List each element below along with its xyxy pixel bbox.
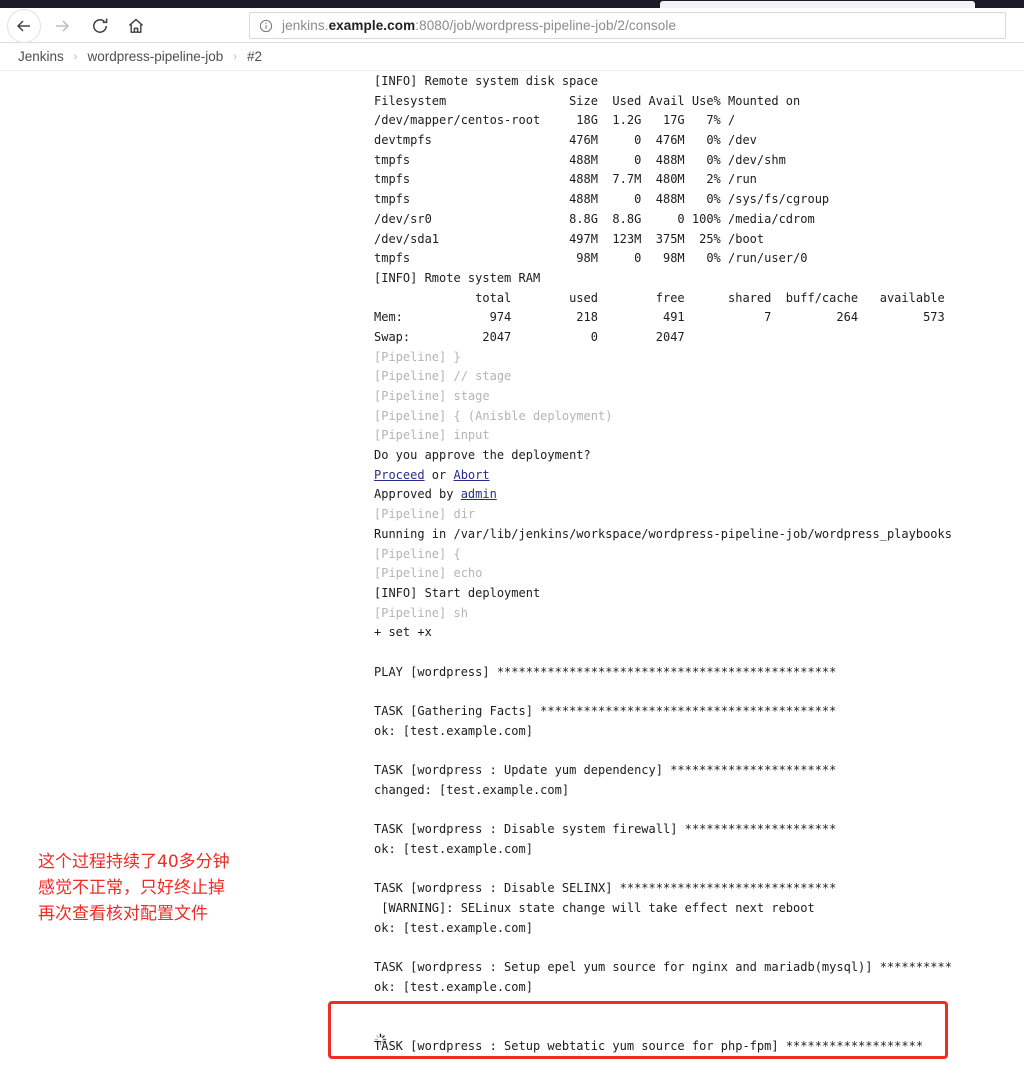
console-link-proceed[interactable]: Proceed (374, 468, 425, 482)
console-line: [WARNING]: SELinux state change will tak… (374, 900, 815, 915)
console-line: tmpfs 488M 7.7M 480M 2% /run (374, 172, 757, 187)
back-arrow-icon[interactable] (14, 16, 34, 36)
home-icon[interactable] (126, 16, 146, 36)
console-line: [Pipeline] echo (374, 566, 483, 581)
breadcrumb-separator: › (73, 50, 78, 63)
console-line: TASK [wordpress : Update yum dependency]… (374, 763, 837, 778)
console-line: TASK [wordpress : Setup epel yum source … (374, 959, 952, 974)
breadcrumb-separator: › (233, 50, 237, 63)
reload-icon[interactable] (90, 16, 110, 36)
console-line: Filesystem Size Used Avail Use% Mounted … (374, 93, 801, 108)
console-line: tmpfs 98M 0 98M 0% /run/user/0 (374, 251, 808, 266)
console-line: + set +x (374, 625, 432, 640)
browser-active-tab[interactable] (660, 1, 975, 8)
console-line: /dev/mapper/centos-root 18G 1.2G 17G 7% … (374, 113, 736, 128)
url-text: jenkins.example.com:8080/job/wordpress-p… (282, 18, 676, 33)
console-link-abort[interactable]: Abort (453, 468, 489, 482)
console-line: Swap: 2047 0 2047 (374, 329, 685, 344)
breadcrumb: Jenkins › wordpress-pipeline-job › #2 (0, 43, 1024, 71)
console-line: TASK [Gathering Facts] *****************… (374, 704, 837, 718)
console-text: Approved by (374, 487, 461, 502)
console-line: TASK [wordpress : Disable SELINX] ******… (374, 881, 837, 896)
browser-toolbar: jenkins.example.com:8080/job/wordpress-p… (0, 8, 1024, 43)
console-line: ok: [test.example.com] (374, 979, 533, 994)
console-line: devtmpfs 476M 0 476M 0% /dev (374, 133, 757, 148)
forward-arrow-icon[interactable] (52, 16, 72, 36)
console-line: [Pipeline] input (374, 428, 490, 443)
annotation-note: 这个过程持续了40多分钟 感觉不正常，只好终止掉 再次查看核对配置文件 (38, 852, 230, 924)
console-line: [INFO] Rmote system RAM (374, 270, 541, 285)
console-line: [INFO] Start deployment (374, 585, 541, 600)
console-line: [Pipeline] dir (374, 507, 476, 522)
console-line: total used free shared buff/cache availa… (374, 290, 945, 305)
browser-tab-strip (0, 0, 1024, 8)
console-line: Approved by admin (374, 485, 994, 505)
console-line: [Pipeline] // stage (374, 369, 512, 384)
console-line: [Pipeline] { (374, 546, 461, 561)
console-line: Proceed or Abort (374, 466, 994, 486)
console-line: /dev/sda1 497M 123M 375M 25% /boot (374, 231, 765, 246)
console-line: [Pipeline] { (Anisble deployment) (374, 408, 613, 423)
address-bar[interactable]: jenkins.example.com:8080/job/wordpress-p… (249, 12, 1006, 39)
console-line: Do you approve the deployment? (374, 448, 591, 463)
console-line: TASK [wordpress : Setup webtatic yum sou… (374, 1038, 924, 1053)
console-line: [Pipeline] } (374, 349, 461, 364)
console-line: PLAY [wordpress] ***********************… (374, 664, 837, 679)
console-line: [Pipeline] stage (374, 389, 490, 403)
console-line: /dev/sr0 8.8G 8.8G 0 100% /media/cdrom (374, 211, 815, 226)
breadcrumb-item-jenkins[interactable]: Jenkins (18, 49, 64, 64)
loading-spinner-icon (374, 1033, 387, 1046)
console-line: tmpfs 488M 0 488M 0% /sys/fs/cgroup (374, 192, 830, 207)
console-line: ok: [test.example.com] (374, 723, 533, 738)
url-suffix: :8080/job/wordpress-pipeline-job/2/conso… (415, 18, 677, 33)
breadcrumb-item--2[interactable]: #2 (247, 49, 262, 64)
console-line: [Pipeline] sh (374, 605, 468, 620)
console-line: tmpfs 488M 0 488M 0% /dev/shm (374, 152, 786, 167)
page-info-icon[interactable] (259, 19, 273, 33)
console-line: ok: [test.example.com] (374, 920, 533, 935)
url-host: example.com (328, 18, 416, 33)
console-line: [INFO] Remote system disk space (374, 74, 598, 88)
console-output: [INFO] Remote system disk space Filesyste… (374, 72, 994, 1056)
console-line: TASK [wordpress : Disable system firewal… (374, 822, 837, 837)
breadcrumb-item-wordpress-pipeline-job[interactable]: wordpress-pipeline-job (87, 49, 223, 64)
console-text: or (424, 467, 454, 482)
console-line: Mem: 974 218 491 7 264 573 (374, 310, 945, 325)
console-link-admin[interactable]: admin (461, 487, 497, 501)
console-line: changed: [test.example.com] (374, 782, 570, 797)
console-line: Running in /var/lib/jenkins/workspace/wo… (374, 526, 952, 541)
console-line: ok: [test.example.com] (374, 841, 533, 856)
url-prefix: jenkins. (282, 18, 329, 33)
